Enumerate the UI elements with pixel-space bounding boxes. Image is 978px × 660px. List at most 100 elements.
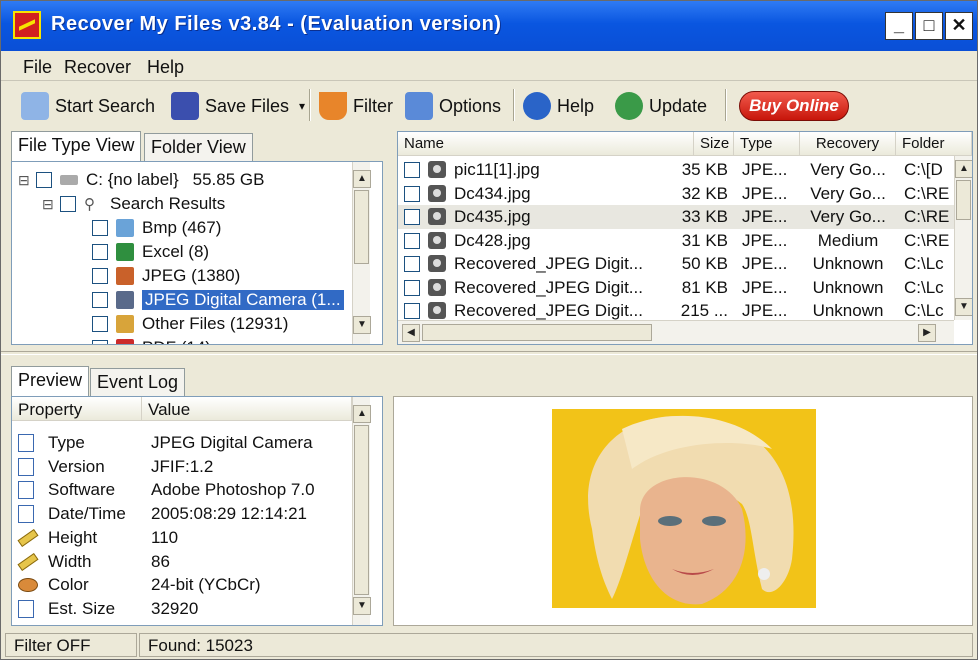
menu-help[interactable]: Help — [147, 57, 184, 78]
file-row[interactable]: Dc434.jpg 32 KB JPE... Very Go... C:\RE — [398, 182, 954, 206]
tree-item[interactable]: JPEG (1380) — [92, 264, 240, 288]
column-header-value[interactable]: Value — [142, 397, 352, 421]
dropdown-arrow-icon[interactable]: ▾ — [299, 99, 305, 113]
tree-item-checkbox[interactable] — [92, 220, 108, 236]
tree-item-checkbox[interactable] — [92, 244, 108, 260]
file-name-cell: Dc435.jpg — [454, 207, 531, 226]
scroll-left-arrow-icon[interactable]: ◀ — [402, 324, 420, 342]
file-checkbox[interactable] — [404, 209, 420, 225]
tree-item-checkbox[interactable] — [92, 316, 108, 332]
start-search-button[interactable]: Start Search — [21, 90, 155, 122]
tree-item[interactable]: PDF (14) — [92, 336, 211, 344]
tree-item[interactable]: Bmp (467) — [92, 216, 221, 240]
file-size-cell: 31 KB — [681, 230, 728, 250]
file-checkbox[interactable] — [404, 185, 420, 202]
tree-item-checkbox[interactable] — [92, 292, 108, 308]
tab-event-log[interactable]: Event Log — [90, 368, 186, 396]
scroll-down-arrow-icon[interactable]: ▼ — [353, 597, 371, 615]
file-checkbox[interactable] — [404, 232, 420, 249]
pdf-icon — [116, 339, 134, 344]
buy-online-button[interactable]: Buy Online — [739, 91, 849, 121]
hscrollbar-thumb[interactable] — [422, 324, 652, 341]
search-results-checkbox[interactable] — [60, 196, 76, 212]
save-files-button[interactable]: Save Files ▾ — [171, 90, 305, 122]
tree-item-label: Other Files (12931) — [142, 314, 289, 333]
file-row[interactable]: pic11[1].jpg 35 KB JPE... Very Go... C:\[D — [398, 158, 954, 182]
tab-file-type-view[interactable]: File Type View — [11, 131, 142, 161]
scrollbar-thumb[interactable] — [956, 180, 971, 220]
close-button[interactable]: ✕ — [945, 12, 973, 40]
filter-button[interactable]: Filter — [319, 90, 393, 122]
column-header-property[interactable]: Property — [12, 397, 142, 421]
file-name-cell: Dc428.jpg — [454, 230, 531, 250]
file-row[interactable]: Dc428.jpg 31 KB JPE... Medium C:\RE — [398, 229, 954, 253]
tree-drive-node[interactable]: ⊟ C: {no label} 55.85 GB — [18, 168, 264, 192]
file-checkbox[interactable] — [404, 279, 420, 296]
file-folder-cell: C:\RE — [904, 183, 950, 203]
column-header-folder[interactable]: Folder — [896, 132, 972, 156]
document-icon — [18, 599, 34, 618]
portrait-photo — [552, 409, 816, 608]
file-row[interactable]: Dc435.jpg 33 KB JPE... Very Go... C:\RE — [398, 205, 954, 229]
column-header-type[interactable]: Type — [734, 132, 800, 156]
help-label: Help — [557, 95, 595, 116]
options-button[interactable]: Options — [405, 90, 501, 122]
tab-preview[interactable]: Preview — [11, 366, 90, 396]
column-header-recovery[interactable]: Recovery — [800, 132, 896, 156]
tree-scrollbar[interactable]: ▲ ▼ — [352, 162, 371, 344]
property-name: Type — [48, 433, 85, 452]
scroll-down-arrow-icon[interactable]: ▼ — [955, 298, 972, 316]
tree-search-results-node[interactable]: ⊟ ⚲ Search Results — [42, 192, 225, 216]
drive-checkbox[interactable] — [36, 172, 52, 188]
drive-label: C: {no label} — [86, 170, 179, 189]
minimize-button[interactable]: _ — [885, 12, 913, 40]
scroll-down-arrow-icon[interactable]: ▼ — [353, 316, 371, 334]
properties-scrollbar[interactable]: ▲ ▼ — [352, 397, 371, 625]
drive-size: 55.85 GB — [192, 170, 265, 189]
file-type-cell: JPE... — [742, 183, 788, 203]
collapse-icon[interactable]: ⊟ — [42, 196, 60, 213]
horizontal-splitter[interactable] — [1, 351, 977, 355]
scroll-right-arrow-icon[interactable]: ▶ — [918, 324, 936, 342]
file-size-cell: 32 KB — [681, 183, 728, 203]
file-name-cell: Dc434.jpg — [454, 183, 531, 203]
update-button[interactable]: Update — [615, 90, 707, 122]
file-row[interactable]: Recovered_JPEG Digit... 50 KB JPE... Unknow… — [398, 252, 954, 276]
property-name: Color — [48, 575, 89, 595]
document-icon — [18, 505, 34, 524]
scroll-up-arrow-icon[interactable]: ▲ — [955, 160, 972, 178]
other-files-icon — [116, 315, 134, 333]
scrollbar-thumb[interactable] — [354, 425, 369, 595]
window-title: Recover My Files v3.84 - (Evaluation ver… — [51, 13, 502, 35]
camera-file-icon — [428, 208, 446, 225]
file-checkbox[interactable] — [404, 303, 420, 319]
collapse-icon[interactable]: ⊟ — [18, 172, 36, 189]
tree-item[interactable]: Excel (8) — [92, 240, 209, 264]
file-list-hscrollbar[interactable]: ◀ ▶ — [398, 320, 954, 344]
menu-file[interactable]: File — [23, 57, 52, 78]
toolbar-separator — [513, 89, 515, 121]
scroll-up-arrow-icon[interactable]: ▲ — [353, 405, 371, 423]
column-header-size[interactable]: Size — [694, 132, 734, 156]
menu-recover[interactable]: Recover — [64, 57, 131, 78]
scrollbar-thumb[interactable] — [354, 190, 369, 264]
status-found-count: Found: 15023 — [139, 633, 973, 657]
file-recovery-cell: Very Go... — [810, 207, 886, 226]
file-type-cell: JPE... — [742, 277, 788, 297]
tab-folder-view[interactable]: Folder View — [144, 133, 253, 161]
scroll-up-arrow-icon[interactable]: ▲ — [353, 170, 371, 188]
document-icon — [18, 481, 34, 500]
file-row[interactable]: Recovered_JPEG Digit... 81 KB JPE... Unknow… — [398, 276, 954, 300]
tree-item-checkbox[interactable] — [92, 340, 108, 344]
tree-item-checkbox[interactable] — [92, 268, 108, 284]
maximize-button[interactable]: □ — [915, 12, 943, 40]
column-header-name[interactable]: Name — [398, 132, 694, 156]
file-checkbox[interactable] — [404, 256, 420, 272]
property-name: Version — [48, 456, 105, 476]
tree-item[interactable]: Other Files (12931) — [92, 312, 288, 336]
file-list-scrollbar[interactable]: ▲ ▼ — [954, 156, 972, 320]
document-icon — [18, 457, 34, 476]
file-checkbox[interactable] — [404, 162, 420, 178]
tree-item[interactable]: JPEG Digital Camera (1... — [92, 288, 344, 312]
help-button[interactable]: Help — [523, 90, 594, 122]
